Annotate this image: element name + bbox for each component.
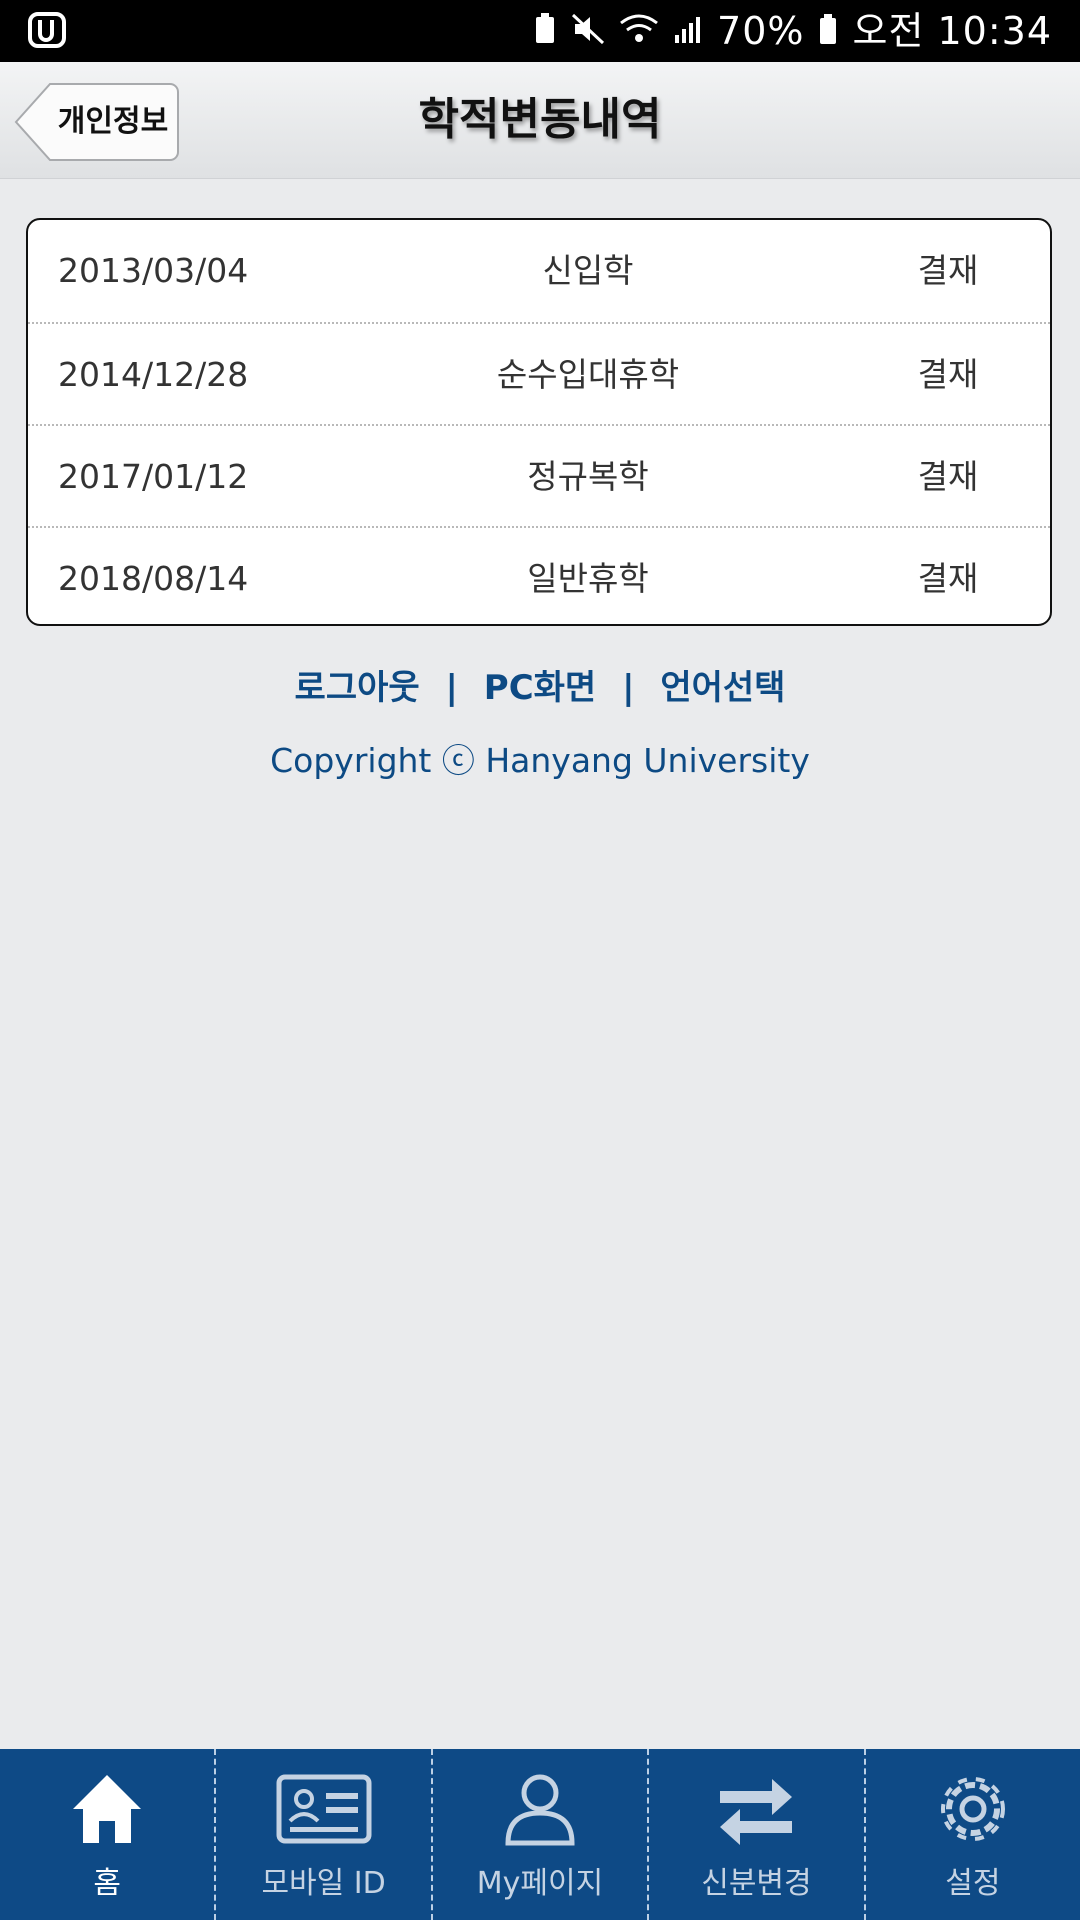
battery-percent: 70% [717,9,805,53]
wifi-icon [619,13,659,49]
home-icon [69,1771,145,1851]
nav-item-status-change[interactable]: 신분변경 [649,1749,866,1920]
signal-icon [673,13,703,49]
logout-link[interactable]: 로그아웃 [295,668,420,708]
table-row: 2018/08/14 일반휴학 결재 [28,526,1050,630]
table-row: 2014/12/28 순수입대휴학 결재 [28,322,1050,426]
record-date: 2017/01/12 [58,457,249,496]
academic-change-table: 2013/03/04 신입학 결재 2014/12/28 순수입대휴학 결재 2… [26,218,1052,626]
table-row: 2013/03/04 신입학 결재 [28,220,1050,322]
nav-item-my-page[interactable]: My페이지 [433,1749,650,1920]
copyright-text: Copyright ⓒ Hanyang University [270,741,810,780]
language-select-link[interactable]: 언어선택 [660,668,785,708]
record-status: 결재 [917,457,979,496]
record-type: 일반휴학 [527,559,649,598]
bottom-nav: 홈 모바일 ID My페이지 신분변경 설정 [0,1749,1080,1920]
nav-item-mobile-id[interactable]: 모바일 ID [216,1749,433,1920]
pc-view-link[interactable]: PC화면 [484,668,596,708]
table-row: 2017/01/12 정규복학 결재 [28,424,1050,528]
back-button-label: 개인정보 [57,104,169,139]
battery-icon [818,13,838,49]
clock: 오전 10:34 [852,9,1052,53]
app-notification-icon [28,10,68,54]
nav-item-home[interactable]: 홈 [0,1749,217,1920]
header-bar: 학적변동내역 개인정보 [0,62,1080,179]
mute-icon [571,13,605,49]
nav-item-settings[interactable]: 설정 [866,1749,1080,1920]
nav-label: 홈 [93,1866,121,1901]
record-status: 결재 [917,355,979,394]
record-date: 2013/03/04 [58,251,249,290]
id-card-icon [276,1771,372,1851]
record-status: 결재 [917,251,979,290]
record-date: 2018/08/14 [58,559,249,598]
back-button[interactable]: 개인정보 [14,82,180,162]
link-separator: | [622,668,635,708]
nav-label: 모바일 ID [261,1866,386,1901]
footer-links: 로그아웃 | PC화면 | 언어선택 [0,660,1080,709]
nav-label: 설정 [945,1866,1001,1901]
record-date: 2014/12/28 [58,355,249,394]
status-bar: 70% 오전 10:34 [0,0,1080,62]
record-status: 결재 [917,559,979,598]
record-type: 신입학 [542,251,634,290]
battery-saver-icon [533,13,557,49]
gear-icon [935,1771,1011,1851]
record-type: 순수입대휴학 [496,355,680,394]
record-type: 정규복학 [527,457,649,496]
swap-arrows-icon [716,1771,796,1851]
nav-label: My페이지 [476,1866,604,1901]
nav-label: 신분변경 [701,1866,812,1901]
person-icon [502,1771,578,1851]
link-separator: | [445,668,458,708]
